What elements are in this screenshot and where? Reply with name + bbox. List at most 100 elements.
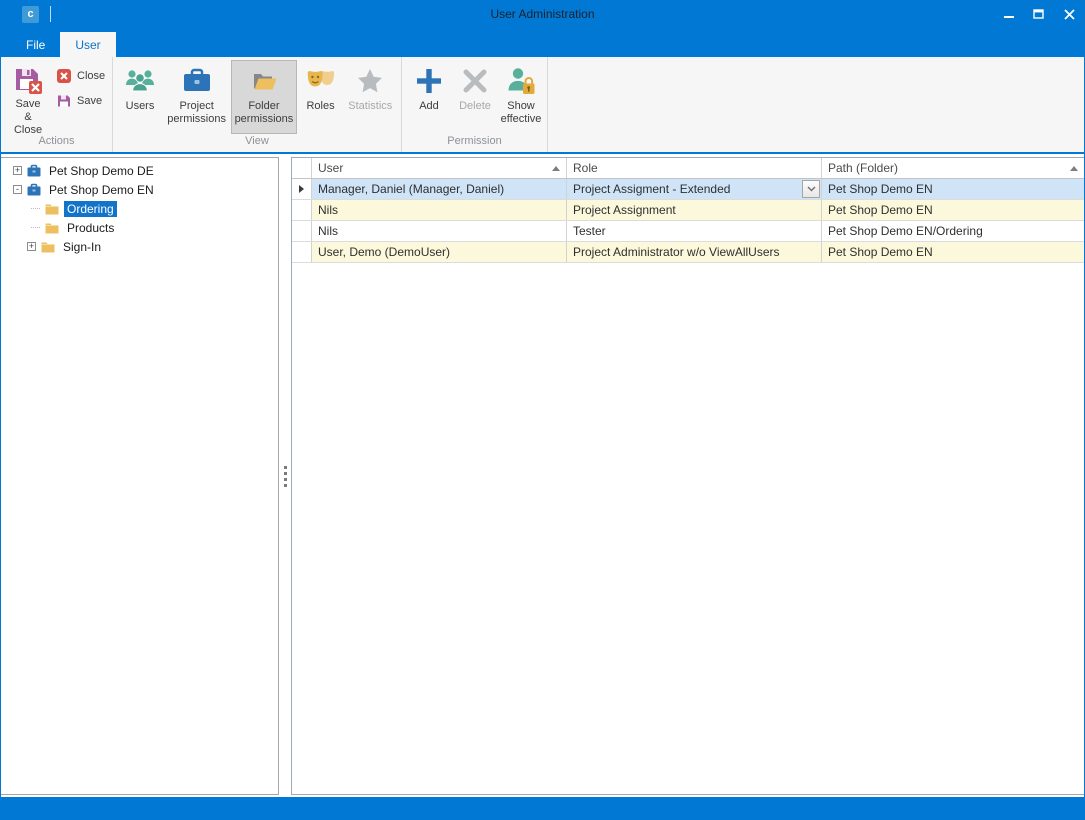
grid-empty-area xyxy=(292,263,1084,794)
show-effective-button[interactable]: Show effective xyxy=(499,60,543,134)
folder-icon xyxy=(44,201,60,217)
column-header-user[interactable]: User xyxy=(312,158,567,178)
folder-icon xyxy=(44,220,60,236)
delete-x-icon xyxy=(458,64,492,98)
add-plus-icon xyxy=(412,64,446,98)
row-indicator-cell xyxy=(292,179,312,199)
user-cell[interactable]: Nils xyxy=(312,221,567,241)
folder-permissions-button[interactable]: Folder permissions xyxy=(231,60,296,134)
folder-permissions-label: Folder permissions xyxy=(235,100,294,126)
path-cell[interactable]: Pet Shop Demo EN/Ordering xyxy=(822,221,1084,241)
tree-item-pet-shop-demo-de[interactable]: + Pet Shop Demo DE xyxy=(1,161,278,180)
main-content: + Pet Shop Demo DE - xyxy=(1,154,1084,797)
folder-permissions-icon xyxy=(247,64,281,98)
ribbon-group-actions: Save & Close Close xyxy=(1,57,113,152)
tree-item-label: Ordering xyxy=(64,201,117,217)
project-permissions-icon xyxy=(180,64,214,98)
permissions-grid: User Role Path (Folder) Manager, Daniel … xyxy=(291,157,1084,795)
project-icon xyxy=(26,182,42,198)
role-cell[interactable]: Tester xyxy=(567,221,822,241)
roles-masks-icon xyxy=(304,64,338,98)
show-effective-label: Show effective xyxy=(501,100,542,126)
path-cell[interactable]: Pet Shop Demo EN xyxy=(822,242,1084,262)
row-indicator-cell xyxy=(292,200,312,220)
ribbon: Save & Close Close xyxy=(1,57,1084,154)
folder-icon xyxy=(40,239,56,255)
app-window: c User Administration File User xyxy=(0,0,1085,820)
expand-icon[interactable]: + xyxy=(27,242,36,251)
ribbon-group-view: Users Project permissions xyxy=(113,57,402,152)
tree-item-products[interactable]: Products xyxy=(1,218,278,237)
column-header-path-label: Path (Folder) xyxy=(828,161,898,175)
tree-connector xyxy=(31,227,40,228)
close-ribbon-button[interactable]: Close xyxy=(51,65,110,87)
role-cell[interactable]: Project Administrator w/o ViewAllUsers xyxy=(567,242,822,262)
role-cell-combo[interactable]: Project Assigment - Extended xyxy=(567,179,822,199)
save-label: Save xyxy=(77,95,102,107)
tree-item-label: Sign-In xyxy=(60,239,104,255)
add-button[interactable]: Add xyxy=(407,60,451,134)
group-label-view: View xyxy=(113,135,401,152)
tab-user[interactable]: User xyxy=(60,32,115,57)
statistics-star-icon xyxy=(353,64,387,98)
users-icon xyxy=(123,64,157,98)
panel-splitter[interactable] xyxy=(279,157,291,795)
delete-label: Delete xyxy=(459,100,491,113)
sort-ascending-icon xyxy=(552,166,560,171)
ribbon-group-permission: Add Delete xyxy=(402,57,548,152)
chevron-down-icon xyxy=(807,186,816,192)
role-cell[interactable]: Project Assignment xyxy=(567,200,822,220)
grid-row-3[interactable]: Nils Tester Pet Shop Demo EN/Ordering xyxy=(292,221,1084,242)
ribbon-tab-row: File User xyxy=(1,28,1084,57)
tree-item-sign-in[interactable]: + Sign-In xyxy=(1,237,278,256)
roles-button[interactable]: Roles xyxy=(299,60,343,134)
collapse-icon[interactable]: - xyxy=(13,185,22,194)
expand-icon[interactable]: + xyxy=(13,166,22,175)
tree-item-ordering[interactable]: Ordering xyxy=(1,199,278,218)
column-header-user-label: User xyxy=(318,161,343,175)
save-icon xyxy=(56,93,72,109)
status-bar xyxy=(1,797,1084,820)
group-label-actions: Actions xyxy=(1,135,112,152)
grid-header-row: User Role Path (Folder) xyxy=(292,158,1084,179)
close-red-icon xyxy=(56,68,72,84)
grid-row-2[interactable]: Nils Project Assignment Pet Shop Demo EN xyxy=(292,200,1084,221)
statistics-label: Statistics xyxy=(348,100,392,113)
tree-item-label: Pet Shop Demo EN xyxy=(46,182,157,198)
folder-tree: + Pet Shop Demo DE - xyxy=(1,157,279,795)
path-cell[interactable]: Pet Shop Demo EN xyxy=(822,179,1084,199)
grid-row-1[interactable]: Manager, Daniel (Manager, Daniel) Projec… xyxy=(292,179,1084,200)
project-icon xyxy=(26,163,42,179)
tree-item-label: Pet Shop Demo DE xyxy=(46,163,157,179)
row-indicator-cell xyxy=(292,242,312,262)
delete-button: Delete xyxy=(453,60,497,134)
user-cell[interactable]: User, Demo (DemoUser) xyxy=(312,242,567,262)
project-permissions-button[interactable]: Project permissions xyxy=(164,60,229,134)
role-dropdown-button[interactable] xyxy=(802,180,820,198)
save-and-close-button[interactable]: Save & Close xyxy=(6,60,50,134)
save-button[interactable]: Save xyxy=(51,90,110,112)
sort-ascending-icon xyxy=(1070,166,1078,171)
group-label-permission: Permission xyxy=(402,135,547,152)
column-header-role[interactable]: Role xyxy=(567,158,822,178)
user-cell[interactable]: Manager, Daniel (Manager, Daniel) xyxy=(312,179,567,199)
column-header-role-label: Role xyxy=(573,161,598,175)
save-close-icon xyxy=(11,64,45,96)
splitter-grip-icon xyxy=(284,466,287,469)
add-label: Add xyxy=(419,100,439,113)
show-effective-icon xyxy=(504,64,538,98)
title-bar: c User Administration xyxy=(1,0,1084,28)
tree-item-pet-shop-demo-en[interactable]: - Pet Shop Demo EN xyxy=(1,180,278,199)
close-ribbon-label: Close xyxy=(77,70,105,82)
grid-row-4[interactable]: User, Demo (DemoUser) Project Administra… xyxy=(292,242,1084,263)
tab-file[interactable]: File xyxy=(11,32,60,57)
path-cell[interactable]: Pet Shop Demo EN xyxy=(822,200,1084,220)
tree-item-label: Products xyxy=(64,220,117,236)
project-permissions-label: Project permissions xyxy=(167,100,226,126)
user-cell[interactable]: Nils xyxy=(312,200,567,220)
column-header-path[interactable]: Path (Folder) xyxy=(822,158,1084,178)
tree-connector xyxy=(31,208,40,209)
role-combo-value: Project Assigment - Extended xyxy=(573,182,730,196)
save-and-close-label: Save & Close xyxy=(11,98,45,137)
users-button[interactable]: Users xyxy=(118,60,162,134)
